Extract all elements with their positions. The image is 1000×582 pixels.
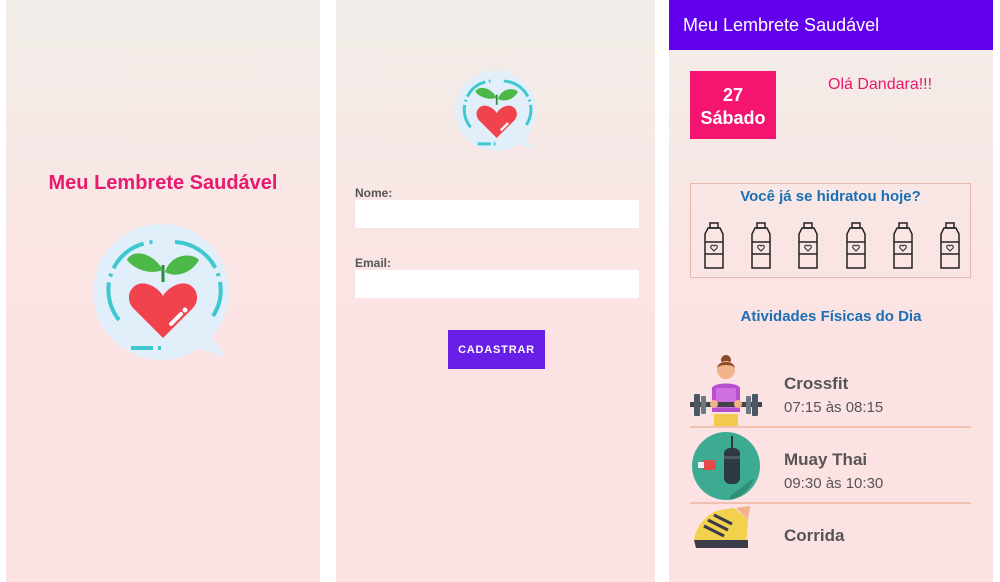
weightlifter-icon [690, 355, 762, 426]
water-bottle-icon[interactable] [845, 222, 867, 270]
activity-name: Muay Thai [784, 450, 868, 469]
water-bottle-icon[interactable] [703, 222, 725, 270]
register-button[interactable]: CADASTRAR [448, 330, 545, 369]
email-field[interactable] [355, 270, 639, 298]
activities-title: Atividades Físicas do Dia [740, 308, 922, 325]
divider [690, 426, 971, 428]
greeting-text: Olá Dandara!!! [828, 76, 933, 93]
activity-name: Corrida [784, 526, 845, 545]
water-bottle-icon[interactable] [892, 222, 914, 270]
activity-item[interactable]: Corrida [690, 506, 971, 580]
water-bottle-icon[interactable] [797, 222, 819, 270]
activity-time: 09:30 às 10:30 [784, 475, 884, 492]
divider [690, 502, 971, 504]
register-screen: Nome: Email: CADASTRAR [336, 0, 655, 582]
water-bottle-icon[interactable] [939, 222, 961, 270]
date-day: 27 [722, 85, 744, 105]
activity-item[interactable]: Muay Thai 09:30 às 10:30 [690, 430, 971, 504]
hydration-card: Você já se hidratou hoje? [690, 183, 971, 278]
punching-bag-icon [692, 432, 760, 500]
name-label: Nome: [355, 186, 393, 200]
email-label: Email: [355, 256, 392, 270]
water-bottles [703, 222, 961, 270]
activity-time: 07:15 às 08:15 [784, 399, 884, 416]
app-logo-heart-icon [455, 70, 536, 152]
running-shoe-icon [694, 506, 750, 548]
date-badge: 27 Sábado [690, 71, 776, 139]
activity-item[interactable]: Crossfit 07:15 às 08:15 [690, 354, 971, 428]
app-bar-title: Meu Lembrete Saudável [683, 15, 880, 35]
water-bottle-icon[interactable] [750, 222, 772, 270]
splash-title: Meu Lembrete Saudável [48, 172, 278, 194]
hydration-question: Você já se hidratou hoje? [740, 188, 921, 205]
app-logo-heart-icon [93, 224, 229, 360]
date-weekday: Sábado [700, 108, 766, 128]
name-field[interactable] [355, 200, 639, 228]
splash-screen: Meu Lembrete Saudável [6, 0, 320, 582]
app-bar: Meu Lembrete Saudável [669, 0, 993, 50]
home-screen: Meu Lembrete Saudável 27 Sábado Olá Dand… [669, 0, 993, 582]
activity-name: Crossfit [784, 374, 849, 393]
